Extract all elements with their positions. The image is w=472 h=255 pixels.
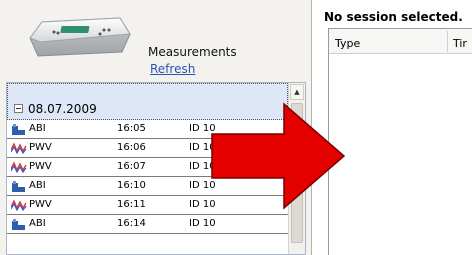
pwv-icon — [11, 142, 27, 155]
table-header: Type Tir — [329, 29, 472, 54]
refresh-link[interactable]: Refresh — [150, 62, 195, 76]
measurement-device-image — [29, 17, 131, 57]
session-id: ID 10 — [189, 218, 216, 229]
abi-icon — [12, 124, 25, 135]
pwv-icon — [11, 199, 27, 212]
session-type: PWV — [29, 199, 52, 210]
session-type: ABI — [29, 123, 46, 134]
session-row[interactable]: ABI 16:14 ID 10 — [7, 215, 288, 234]
session-time: 16:07 — [117, 161, 146, 172]
session-type: ABI — [29, 218, 46, 229]
session-type: ABI — [29, 180, 46, 191]
abi-icon — [12, 219, 25, 230]
red-arrow-icon — [211, 102, 346, 210]
device-area: Measurements Refresh — [4, 6, 306, 76]
pwv-icon — [11, 161, 27, 174]
session-type: PWV — [29, 142, 52, 153]
session-group-date: 08.07.2009 — [28, 102, 97, 116]
session-time: 16:05 — [117, 123, 146, 134]
column-divider[interactable] — [447, 31, 448, 52]
column-header-type[interactable]: Type — [335, 37, 360, 50]
session-time: 16:06 — [117, 142, 146, 153]
no-session-status: No session selected. — [324, 10, 463, 24]
session-time: 16:11 — [117, 199, 146, 210]
column-header-time[interactable]: Tir — [453, 37, 467, 50]
session-type: PWV — [29, 161, 52, 172]
session-time: 16:10 — [117, 180, 146, 191]
measurements-label: Measurements — [148, 45, 237, 59]
collapse-toggle-icon[interactable] — [14, 104, 23, 113]
session-time: 16:14 — [117, 218, 146, 229]
abi-icon — [12, 181, 25, 192]
scroll-up-arrow-icon[interactable]: ▲ — [290, 84, 304, 100]
